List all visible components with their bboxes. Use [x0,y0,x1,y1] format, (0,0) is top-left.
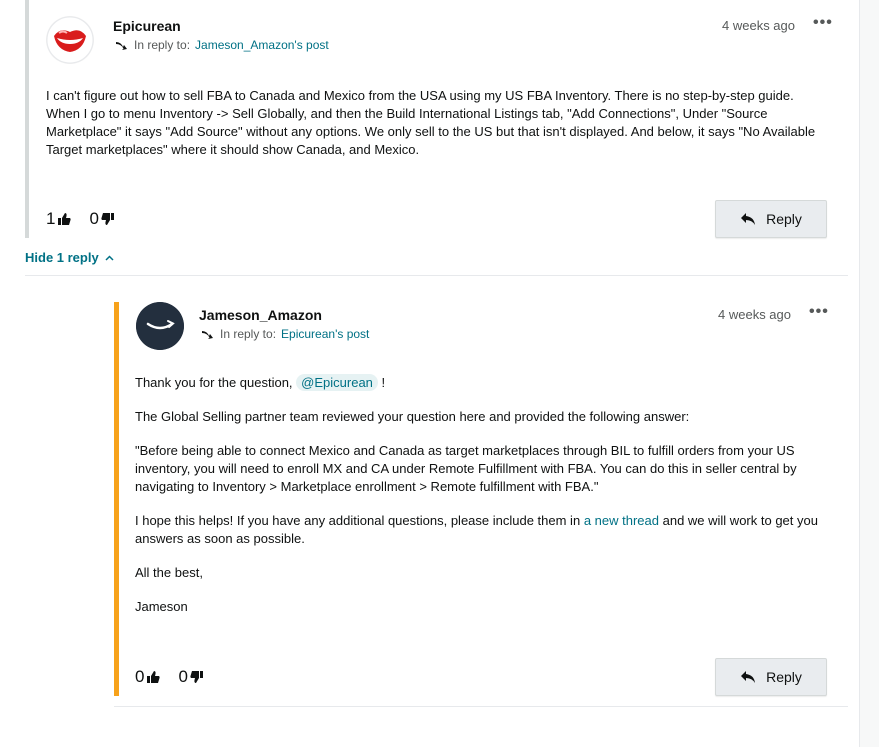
new-thread-link[interactable]: a new thread [584,513,659,528]
post-paragraph: Jameson [135,599,188,614]
para4-prefix: I hope this helps! If you have any addit… [135,513,581,528]
in-reply-to-link[interactable]: Epicurean's post [281,327,369,341]
thumbs-down-icon [101,213,114,225]
post-timestamp: 4 weeks ago [722,18,795,33]
post-timestamp: 4 weeks ago [718,307,791,322]
post-author[interactable]: Jameson_Amazon [199,307,322,323]
post-paragraph: The Global Selling partner team reviewed… [135,409,690,424]
reply-icon [741,671,756,683]
post-body: I can't figure out how to sell FBA to Ca… [46,87,816,175]
reply-arrow-icon [202,331,213,339]
downvote-count: 0 [178,667,188,686]
post-epicurean: Epicurean In reply to: Jameson_Amazon's … [25,0,852,238]
thread-divider [25,275,848,276]
avatar-epicurean[interactable] [46,16,94,64]
in-reply-to-label: In reply to: [134,38,191,52]
post-paragraph: I hope this helps! If you have any addit… [135,512,825,548]
hide-replies-label: Hide 1 reply [25,250,99,265]
thumbs-down-icon [190,671,203,683]
in-reply-to-label: In reply to: [220,327,277,341]
right-scroll-rail [859,0,879,747]
post-paragraph: "Before being able to connect Mexico and… [135,443,797,494]
reply-button-label: Reply [766,669,802,685]
more-options-icon[interactable]: ••• [813,15,833,31]
reply-button[interactable]: Reply [715,200,827,238]
downvote-button[interactable]: 0 [89,209,114,229]
reply-button[interactable]: Reply [715,658,827,696]
post-jameson: Jameson_Amazon In reply to: Epicurean's … [114,302,853,696]
post-paragraph: Thank you for the question, @Epicurean ! [135,374,825,392]
more-options-icon[interactable]: ••• [809,304,829,320]
post-body: Thank you for the question, @Epicurean !… [135,374,825,632]
para1-prefix: Thank you for the question, [135,375,293,390]
upvote-count: 1 [46,209,56,228]
upvote-count: 0 [135,667,145,686]
downvote-button[interactable]: 0 [178,667,203,687]
thumbs-up-icon [147,671,161,683]
mention-link[interactable]: @Epicurean [296,374,378,391]
post-author[interactable]: Epicurean [113,18,181,34]
in-reply-to: In reply to: Epicurean's post [201,327,369,341]
upvote-button[interactable]: 0 [135,667,161,687]
in-reply-to: In reply to: Jameson_Amazon's post [115,38,329,52]
avatar-jameson[interactable] [136,302,184,350]
in-reply-to-link[interactable]: Jameson_Amazon's post [195,38,329,52]
hide-replies-toggle[interactable]: Hide 1 reply [25,250,114,265]
thumbs-up-icon [58,213,72,225]
vote-bar: 0 0 [135,667,204,687]
reply-arrow-icon [116,42,127,50]
downvote-count: 0 [89,209,99,228]
reply-icon [741,213,756,225]
vote-bar: 1 0 [46,209,115,229]
upvote-button[interactable]: 1 [46,209,72,229]
post-paragraph: All the best, [135,565,203,580]
reply-button-label: Reply [766,211,802,227]
chevron-up-icon [105,254,114,261]
post-body-text: I can't figure out how to sell FBA to Ca… [46,88,816,157]
reply-divider [114,706,848,707]
para1-suffix: ! [381,375,386,390]
